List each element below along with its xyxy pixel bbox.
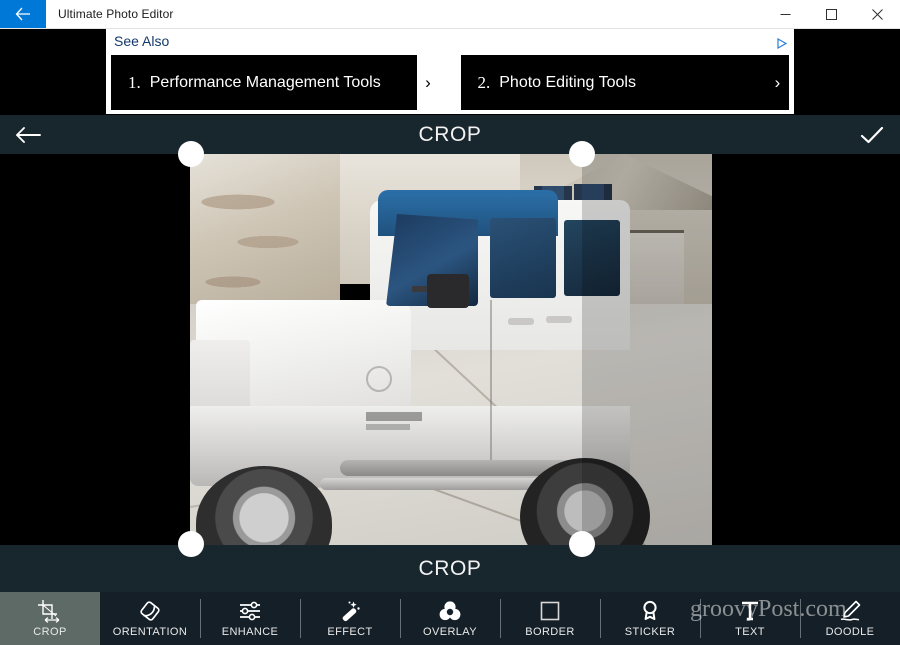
crop-header: CROP — [0, 115, 900, 154]
header-back-button[interactable] — [0, 115, 56, 154]
toolbar-item-doodle[interactable]: DOODLE — [800, 592, 900, 645]
photo-canvas[interactable] — [0, 154, 900, 545]
ad-item-arrow-icon[interactable]: › — [416, 55, 440, 110]
crop-handle-top-left[interactable] — [178, 141, 204, 167]
toolbar-label: EFFECT — [327, 626, 373, 638]
toolbar-label: OVERLAY — [423, 626, 477, 638]
ad-banner-region: See Also 1. Performance Management Tools… — [0, 29, 900, 115]
window-back-button[interactable] — [0, 0, 46, 28]
toolbar-label: CROP — [33, 626, 67, 638]
toolbar-label: DOODLE — [825, 626, 875, 638]
photo-vehicle — [190, 190, 660, 545]
ad-item[interactable]: 2. Photo Editing Tools › — [460, 55, 789, 110]
ad-banner: See Also 1. Performance Management Tools… — [106, 29, 794, 114]
border-icon — [538, 599, 562, 623]
ad-heading: See Also — [114, 33, 170, 49]
vehicle-badge — [366, 412, 422, 421]
crop-mode-band: CROP — [0, 545, 900, 592]
page-title: CROP — [418, 122, 482, 146]
text-icon — [738, 599, 762, 623]
close-button[interactable] — [854, 0, 900, 28]
toolbar-item-effect[interactable]: EFFECT — [300, 592, 400, 645]
crop-handle-bottom-right[interactable] — [569, 531, 595, 557]
app-window: Ultimate Photo Editor See Also 1. Perfor… — [0, 0, 900, 645]
ad-item-number: 2. — [477, 72, 491, 92]
vehicle-badge — [366, 424, 410, 430]
vehicle-fuel-cap — [366, 366, 392, 392]
vehicle-door-handle — [546, 316, 572, 323]
toolbar-label: STICKER — [624, 626, 676, 638]
window-titlebar: Ultimate Photo Editor — [0, 0, 900, 29]
crop-handle-top-right[interactable] — [569, 141, 595, 167]
minimize-button[interactable] — [762, 0, 808, 28]
vehicle-door-seam — [490, 300, 492, 460]
vehicle-window — [490, 218, 556, 298]
effect-icon — [338, 599, 362, 623]
ad-item-list: 1. Performance Management Tools › 2. Pho… — [106, 55, 794, 114]
toolbar-label: BORDER — [525, 626, 575, 638]
toolbar-label: ORENTATION — [112, 626, 188, 638]
vehicle-side-mirror — [427, 274, 469, 308]
crop-handle-bottom-left[interactable] — [178, 531, 204, 557]
ad-item[interactable]: 1. Performance Management Tools › — [111, 55, 440, 110]
ad-item-number: 1. — [128, 72, 141, 92]
toolbar-item-overlay[interactable]: OVERLAY — [400, 592, 500, 645]
ad-item-label: Photo Editing Tools — [499, 73, 636, 91]
vehicle-door-handle — [508, 318, 534, 325]
editor-toolbar: CROP ORENTATION ENHANCE EFFECT OVERLAY B… — [0, 592, 900, 645]
photo-image — [190, 154, 712, 545]
overlay-icon — [438, 599, 462, 623]
ad-item-label: Performance Management Tools — [149, 73, 381, 91]
sticker-icon — [638, 599, 662, 623]
confirm-crop-button[interactable] — [844, 115, 900, 154]
toolbar-label: TEXT — [735, 626, 765, 638]
toolbar-item-text[interactable]: TEXT — [700, 592, 800, 645]
toolbar-item-border[interactable]: BORDER — [500, 592, 600, 645]
window-controls — [762, 0, 900, 28]
orientation-icon — [138, 599, 162, 623]
crop-mode-label: CROP — [418, 556, 482, 580]
enhance-icon — [238, 599, 262, 623]
crop-icon — [36, 599, 64, 623]
toolbar-item-sticker[interactable]: STICKER — [600, 592, 700, 645]
vehicle-window — [564, 220, 620, 296]
toolbar-item-orientation[interactable]: ORENTATION — [100, 592, 200, 645]
toolbar-item-crop[interactable]: CROP — [0, 592, 100, 645]
ad-item-arrow-icon[interactable]: › — [766, 55, 789, 110]
toolbar-item-enhance[interactable]: ENHANCE — [200, 592, 300, 645]
adchoices-icon[interactable] — [776, 37, 788, 49]
window-title: Ultimate Photo Editor — [58, 7, 174, 21]
doodle-icon — [838, 599, 862, 623]
maximize-button[interactable] — [808, 0, 854, 28]
toolbar-label: ENHANCE — [221, 626, 279, 638]
